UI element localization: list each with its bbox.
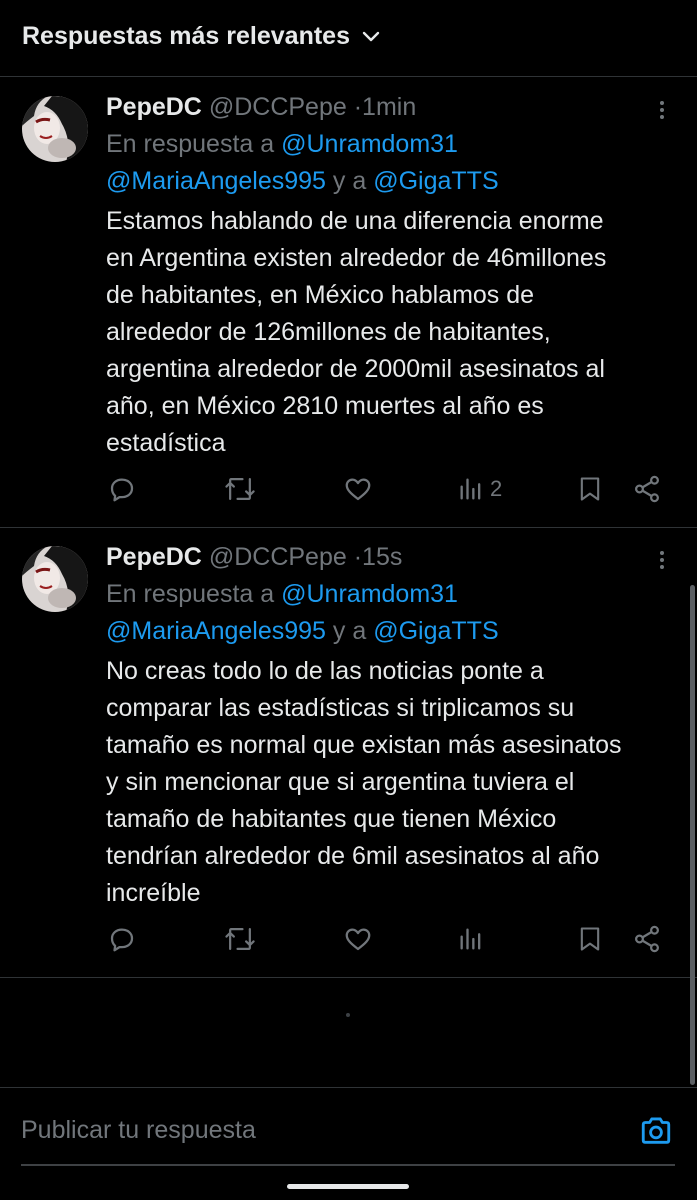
timestamp[interactable]: 15s <box>362 543 402 571</box>
author-handle[interactable]: @DCCPepe <box>209 543 347 571</box>
text-line: tamaño de habitantes que tienen México <box>106 805 557 833</box>
share-button[interactable] <box>632 474 662 504</box>
tweet-meta: PepeDC @DCCPepe ·1min <box>106 90 416 124</box>
bookmark-button[interactable] <box>576 924 604 954</box>
tweet[interactable]: PepeDC @DCCPepe ·15s En respuesta a @Unr… <box>0 528 697 978</box>
author-handle[interactable]: @DCCPepe <box>209 93 347 121</box>
input-underline <box>21 1164 675 1166</box>
chevron-down-icon <box>362 31 380 41</box>
text-line: alrededor de 126millones de habitantes, <box>106 318 551 346</box>
text-line: año, en México 2810 muertes al año es <box>106 392 544 420</box>
views-count: 2 <box>490 476 503 501</box>
text-line: Estamos hablando de una diferencia enorm… <box>106 207 604 235</box>
loading-indicator <box>346 1013 350 1017</box>
author-name[interactable]: PepeDC <box>106 543 202 571</box>
text-line: increíble <box>106 879 201 907</box>
more-icon[interactable] <box>650 98 674 122</box>
reply-input[interactable]: Publicar tu respuesta <box>21 1116 256 1145</box>
like-icon <box>345 928 371 951</box>
separator: · <box>353 543 363 571</box>
reply-prefix: En respuesta a <box>106 580 275 608</box>
bookmark-icon <box>580 477 600 501</box>
text-line: No creas todo lo de las noticias ponte a <box>106 657 544 685</box>
sort-label: Respuestas más relevantes <box>22 22 350 50</box>
text-line: comparar las estadísticas si triplicamos… <box>106 694 575 722</box>
reply-button[interactable] <box>107 474 137 504</box>
separator: · <box>353 93 363 121</box>
views-button[interactable] <box>457 924 490 954</box>
mention-link[interactable]: @MariaAngeles995 <box>106 617 326 645</box>
mention-link[interactable]: @Unramdom31 <box>281 580 458 608</box>
views-icon <box>460 928 481 950</box>
sort-replies-button[interactable]: Respuestas más relevantes <box>22 22 380 51</box>
mention-link[interactable]: @Unramdom31 <box>281 130 458 158</box>
text-line: y sin mencionar que si argentina tuviera… <box>106 768 575 796</box>
tweet-text: Estamos hablando de una diferencia enorm… <box>106 203 686 462</box>
retweet-icon <box>225 928 255 950</box>
like-icon <box>345 478 371 501</box>
share-icon <box>634 925 660 953</box>
mention-link[interactable]: @GigaTTS <box>373 617 498 645</box>
text-line: tendrían alrededor de 6mil asesinatos al… <box>106 842 600 870</box>
action-bar: 2 <box>0 474 697 514</box>
views-button[interactable]: 2 <box>457 474 502 504</box>
more-icon[interactable] <box>650 548 674 572</box>
like-button[interactable] <box>343 474 373 504</box>
share-button[interactable] <box>632 924 662 954</box>
tweet-text: No creas todo lo de las noticias ponte a… <box>106 653 686 912</box>
bookmark-button[interactable] <box>576 474 604 504</box>
avatar[interactable] <box>22 96 88 162</box>
reply-prefix: En respuesta a <box>106 130 275 158</box>
avatar[interactable] <box>22 546 88 612</box>
reply-button[interactable] <box>107 924 137 954</box>
retweet-button[interactable] <box>224 924 256 954</box>
reply-icon <box>110 478 134 502</box>
home-indicator[interactable] <box>287 1184 409 1189</box>
tweet-meta: PepeDC @DCCPepe ·15s <box>106 540 402 574</box>
mention-link[interactable]: @MariaAngeles995 <box>106 167 326 195</box>
mention-link[interactable]: @GigaTTS <box>373 167 498 195</box>
camera-icon[interactable] <box>638 1114 674 1148</box>
text-line: de habitantes, en México hablamos de <box>106 281 535 309</box>
author-name[interactable]: PepeDC <box>106 93 202 121</box>
views-icon <box>460 478 481 500</box>
header: Respuestas más relevantes <box>0 0 697 77</box>
reply-and: y a <box>332 167 367 195</box>
action-bar <box>0 924 697 964</box>
bookmark-icon <box>580 927 600 951</box>
text-line: argentina alrededor de 2000mil asesinato… <box>106 355 605 383</box>
tweet[interactable]: PepeDC @DCCPepe ·1min En respuesta a @Un… <box>0 78 697 528</box>
reply-context: En respuesta a @Unramdom31 @MariaAngeles… <box>106 576 666 650</box>
timestamp[interactable]: 1min <box>362 93 416 121</box>
reply-and: y a <box>332 617 367 645</box>
retweet-button[interactable] <box>224 474 256 504</box>
share-icon <box>634 475 660 503</box>
retweet-icon <box>225 478 255 500</box>
reply-context: En respuesta a @Unramdom31 @MariaAngeles… <box>106 126 666 200</box>
text-line: estadística <box>106 429 226 457</box>
text-line: en Argentina existen alrededor de 46mill… <box>106 244 607 272</box>
text-line: tamaño es normal que existan más asesina… <box>106 731 622 759</box>
reply-icon <box>110 928 134 952</box>
like-button[interactable] <box>343 924 373 954</box>
scrollbar[interactable] <box>690 585 695 1085</box>
